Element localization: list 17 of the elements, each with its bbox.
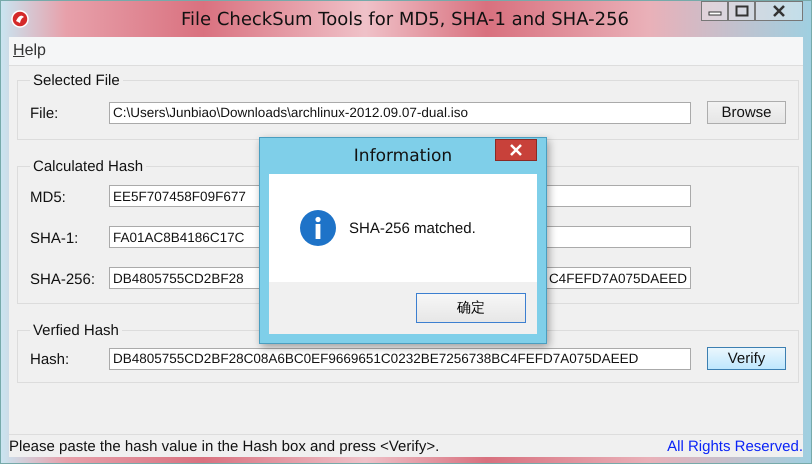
- group-title: Verfied Hash: [32, 322, 120, 339]
- hash-value: DB4805755CD2BF28: [113, 270, 244, 286]
- dialog-message: SHA-256 matched.: [349, 220, 476, 236]
- field-label: File:: [30, 104, 60, 122]
- status-message: Please paste the hash value in the Hash box and press <Verify>.: [9, 438, 440, 454]
- field-label: SHA-256:: [30, 270, 96, 288]
- rights-text: All Rights Reserved.: [667, 438, 803, 454]
- window-title: File CheckSum Tools for MD5, SHA-1 and SHA-256: [180, 8, 630, 30]
- dialog-title: Information: [354, 146, 452, 166]
- hash-value: C4FEFD7A075DAEED: [548, 270, 687, 286]
- hash-value: FA01AC8B4186C17C: [113, 230, 244, 244]
- hash-value: EE5F707458F09F677: [113, 188, 246, 204]
- field-label: Hash:: [30, 350, 70, 368]
- field-label: SHA-1:: [30, 229, 80, 247]
- group-title: Selected File: [32, 72, 121, 89]
- group-title: Calculated Hash: [32, 158, 144, 175]
- field-label: MD5:: [30, 188, 67, 206]
